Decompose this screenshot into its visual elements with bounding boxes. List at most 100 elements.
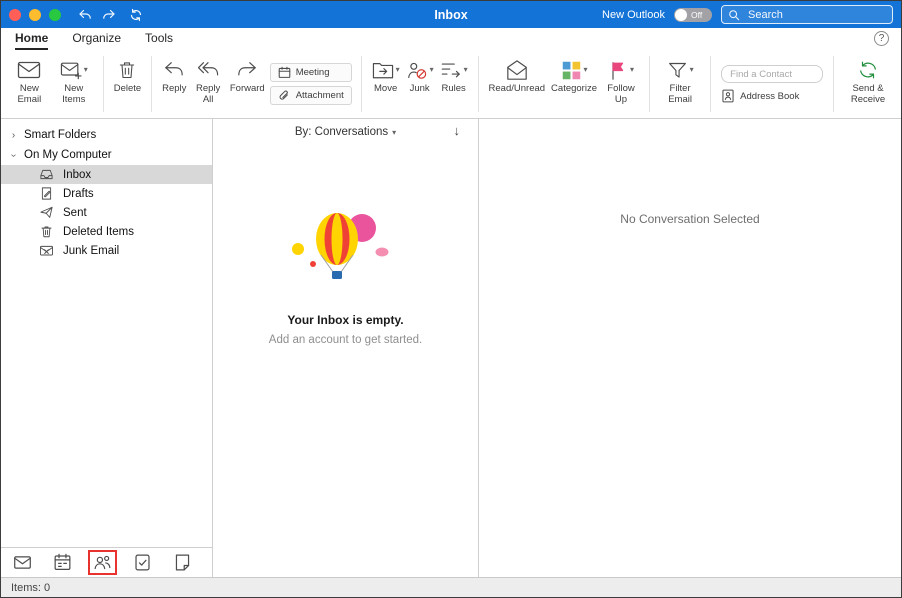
toggle-state-label: Off bbox=[691, 9, 703, 20]
balloon-illustration bbox=[291, 213, 388, 279]
help-button[interactable]: ? bbox=[874, 31, 889, 46]
junk-label: Junk bbox=[409, 83, 430, 94]
chevron-down-icon[interactable]: › bbox=[8, 151, 19, 160]
search-box[interactable] bbox=[721, 5, 893, 24]
chevron-down-icon: ▾ bbox=[395, 65, 400, 75]
status-bar: Items: 0 bbox=[1, 577, 901, 597]
sidebar-item-sent[interactable]: Sent bbox=[1, 203, 212, 222]
inbox-icon bbox=[40, 169, 53, 180]
meeting-button[interactable]: Meeting bbox=[269, 63, 352, 82]
follow-up-icon bbox=[612, 61, 624, 80]
rules-icon bbox=[441, 63, 460, 78]
ribbon-tabs: Home Organize Tools ? bbox=[1, 28, 901, 50]
attachment-button[interactable]: Attachment bbox=[269, 86, 352, 105]
minimize-window-button[interactable] bbox=[29, 8, 41, 21]
people-annotation-box bbox=[88, 550, 117, 575]
ribbon-separator bbox=[477, 56, 479, 112]
redo-button[interactable] bbox=[103, 8, 117, 21]
sync-button[interactable] bbox=[129, 8, 143, 22]
people-module-icon bbox=[94, 555, 111, 570]
chevron-down-icon: ▾ bbox=[463, 65, 468, 75]
ribbon-separator bbox=[648, 56, 650, 112]
tab-organize[interactable]: Organize bbox=[72, 31, 121, 50]
ribbon-separator bbox=[151, 56, 153, 112]
undo-button[interactable] bbox=[77, 8, 91, 21]
sidebar-section-smart-folders[interactable]: › Smart Folders bbox=[1, 125, 212, 145]
meeting-icon bbox=[278, 66, 291, 78]
attachment-label: Attachment bbox=[295, 90, 344, 101]
toggle-knob bbox=[675, 8, 687, 21]
module-switcher bbox=[1, 547, 212, 577]
follow-up-button[interactable]: ▾ Follow Up bbox=[600, 53, 642, 115]
junk-button[interactable]: ▾ Junk bbox=[403, 53, 437, 115]
new-outlook-label: New Outlook bbox=[602, 8, 665, 21]
send-receive-button[interactable]: Send & Receive bbox=[841, 53, 895, 115]
categorize-button[interactable]: ▾ Categorize bbox=[548, 53, 600, 115]
categorize-icon bbox=[562, 61, 580, 79]
rules-label: Rules bbox=[441, 83, 466, 94]
sort-header[interactable]: By: Conversations ▾ ↓ bbox=[213, 119, 478, 145]
new-outlook-toggle[interactable]: Off bbox=[674, 7, 712, 22]
mail-module-button[interactable] bbox=[13, 553, 32, 572]
people-module-button[interactable] bbox=[93, 553, 112, 572]
meeting-label: Meeting bbox=[295, 67, 330, 78]
search-input[interactable] bbox=[746, 7, 886, 22]
ribbon-separator bbox=[710, 56, 712, 112]
reply-all-label: Reply All bbox=[195, 83, 221, 105]
read-unread-button[interactable]: Read/Unread bbox=[486, 53, 549, 115]
attachment-icon bbox=[279, 90, 288, 100]
new-email-button[interactable]: New Email bbox=[7, 53, 52, 115]
close-window-button[interactable] bbox=[9, 8, 21, 21]
tab-tools[interactable]: Tools bbox=[145, 31, 173, 50]
no-conversation-text: No Conversation Selected bbox=[620, 212, 760, 226]
sidebar-item-deleted-items[interactable]: Deleted Items bbox=[1, 222, 212, 241]
sidebar-item-junk-email[interactable]: Junk Email bbox=[1, 241, 212, 260]
zoom-window-button[interactable] bbox=[49, 8, 61, 21]
tasks-module-button[interactable] bbox=[133, 553, 152, 572]
chevron-right-icon[interactable]: › bbox=[9, 130, 18, 141]
chevron-down-icon: ▾ bbox=[429, 65, 434, 75]
empty-inbox-title: Your Inbox is empty. bbox=[287, 313, 404, 327]
move-label: Move bbox=[374, 83, 398, 94]
section-label: Smart Folders bbox=[24, 129, 97, 141]
sidebar-item-inbox[interactable]: Inbox bbox=[1, 165, 212, 184]
chevron-down-icon: ▾ bbox=[392, 127, 397, 137]
sidebar-item-drafts[interactable]: Drafts bbox=[1, 184, 212, 203]
forward-label: Forward bbox=[229, 83, 265, 94]
chevron-down-icon: ▾ bbox=[583, 65, 588, 75]
filter-email-button[interactable]: ▾ Filter Email bbox=[657, 53, 703, 115]
address-book-label: Address Book bbox=[740, 90, 800, 102]
sidebar-section-on-my-computer[interactable]: › On My Computer bbox=[1, 145, 212, 165]
tab-home[interactable]: Home bbox=[15, 31, 49, 50]
reply-button[interactable]: Reply bbox=[159, 53, 189, 115]
reply-all-button[interactable]: Reply All bbox=[189, 53, 226, 115]
filter-email-icon bbox=[668, 62, 686, 78]
new-items-button[interactable]: ▾ New Items bbox=[52, 53, 96, 115]
forward-button[interactable]: Forward bbox=[227, 53, 268, 115]
folder-label: Inbox bbox=[63, 168, 92, 181]
help-icon: ? bbox=[878, 33, 885, 44]
find-contact-input[interactable] bbox=[721, 65, 824, 83]
calendar-module-button[interactable] bbox=[53, 553, 72, 572]
sort-label[interactable]: By: Conversations bbox=[295, 126, 388, 138]
chevron-down-icon: ▾ bbox=[689, 65, 694, 75]
move-button[interactable]: ▾ Move bbox=[369, 53, 403, 115]
title-bar: Inbox New Outlook Off bbox=[1, 1, 901, 28]
rules-button[interactable]: ▾ Rules bbox=[437, 53, 471, 115]
sort-direction-icon[interactable]: ↓ bbox=[454, 123, 461, 138]
sync-icon bbox=[130, 8, 142, 21]
delete-label: Delete bbox=[113, 83, 142, 94]
folder-label: Deleted Items bbox=[63, 225, 134, 238]
chevron-down-icon: ▾ bbox=[83, 65, 88, 75]
address-book-button[interactable]: Address Book bbox=[721, 89, 823, 103]
mail-module-icon bbox=[14, 556, 31, 569]
new-items-icon bbox=[60, 62, 82, 80]
calendar-module-icon bbox=[54, 553, 71, 571]
folder-sidebar: › Smart Folders › On My Computer Inbox D… bbox=[1, 119, 213, 577]
traffic-lights bbox=[9, 8, 61, 21]
folder-label: Junk Email bbox=[63, 244, 120, 257]
redo-icon bbox=[103, 9, 115, 19]
notes-module-button[interactable] bbox=[173, 553, 192, 572]
delete-button[interactable]: Delete bbox=[111, 53, 144, 115]
chevron-down-icon: ▾ bbox=[629, 65, 634, 75]
